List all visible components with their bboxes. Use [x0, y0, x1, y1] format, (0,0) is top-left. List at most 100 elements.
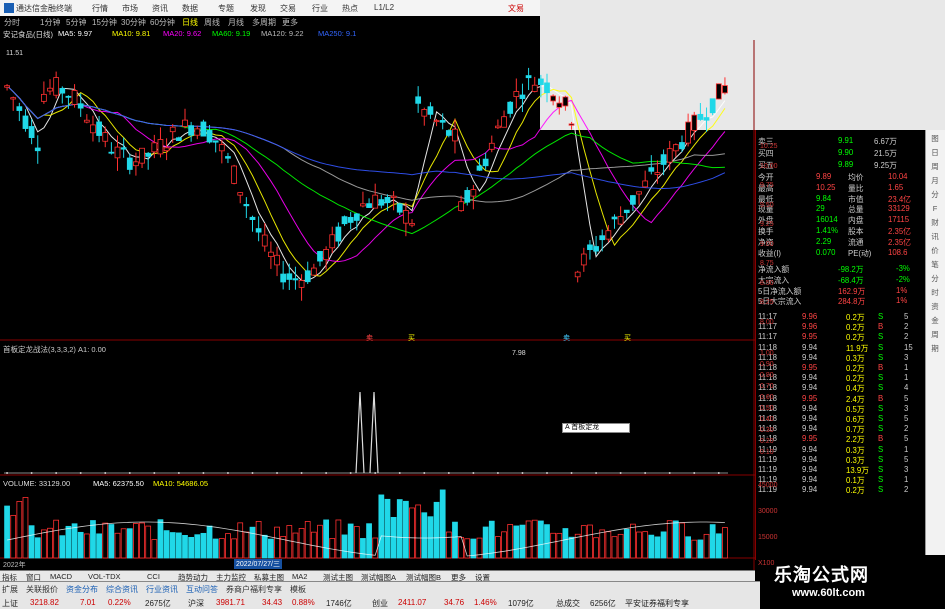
volume-bar	[666, 520, 673, 559]
window-title: 通达信金融终端	[16, 4, 72, 13]
side-tab[interactable]: 讯	[926, 231, 944, 242]
volume-bar	[329, 538, 336, 559]
toolbar-tab[interactable]: 资金分布	[66, 584, 98, 595]
volume-bar	[445, 531, 452, 559]
toolbar-tab[interactable]: 券商户福利专享	[226, 584, 282, 595]
side-tab[interactable]: F	[926, 203, 944, 214]
toolbar-tab[interactable]: 行业资讯	[146, 584, 178, 595]
side-tab[interactable]: 金	[926, 315, 944, 326]
volume-bar	[366, 523, 372, 559]
toolbar-tab[interactable]: 关联报价	[26, 584, 58, 595]
toolbar-tab[interactable]: 扩展	[2, 584, 18, 595]
trade-shortcut[interactable]: 文易	[508, 3, 524, 14]
title-bar: 通达信金融终端 行情 市场 资讯 数据 专题 发现 交易 行业 热点 L1/L2…	[0, 0, 540, 16]
ma20-value: MA20: 9.62	[163, 29, 202, 38]
period-tab-1min[interactable]: 1分钟	[40, 17, 60, 28]
side-tab[interactable]: 周	[926, 161, 944, 172]
side-tab[interactable]: 期	[926, 343, 944, 354]
indicator-dot	[644, 472, 647, 474]
side-tab[interactable]: 分	[926, 273, 944, 284]
volume-bar	[249, 526, 256, 559]
volume-bar	[175, 532, 182, 559]
candle-body	[218, 144, 225, 152]
candle-body	[261, 234, 268, 247]
volume-bar	[544, 524, 550, 559]
candle-body	[697, 113, 704, 120]
candle-body	[378, 199, 385, 206]
indicator-tick: 0.90	[760, 361, 774, 368]
side-tab[interactable]: 资	[926, 301, 944, 312]
volume-bar	[102, 522, 109, 559]
menu-item-quotes[interactable]: 行情	[92, 3, 108, 14]
candle-body	[188, 125, 195, 136]
side-tab[interactable]: 笔	[926, 259, 944, 270]
candle-body	[531, 84, 538, 92]
candle-body	[96, 121, 102, 136]
candle-body	[488, 142, 495, 150]
side-tab[interactable]: 价	[926, 245, 944, 256]
menu-item-hot[interactable]: 热点	[342, 3, 358, 14]
bottom-tab[interactable]: MACD	[50, 572, 72, 581]
side-tab[interactable]: 日	[926, 147, 944, 158]
indicator-dot	[349, 472, 352, 474]
period-tab-5min[interactable]: 5分钟	[66, 17, 86, 28]
candle-body	[452, 128, 458, 142]
menu-item-trade[interactable]: 交易	[280, 3, 296, 14]
signal-sell-b: 卖	[563, 335, 570, 342]
candle-body	[507, 101, 514, 114]
candle-body	[182, 119, 188, 127]
volume-bar	[507, 524, 514, 559]
candle-body	[194, 128, 201, 136]
toolbar-tab[interactable]: 综合资讯	[106, 584, 138, 595]
period-tab-multi[interactable]: 多周期	[252, 17, 276, 28]
volume-bar	[90, 520, 96, 559]
indicator-spike-1	[369, 391, 379, 474]
price-tick: 8.75	[760, 260, 774, 267]
toolbar-tab[interactable]: 模板	[290, 584, 306, 595]
candle-body	[133, 161, 139, 167]
period-tab-30min[interactable]: 30分钟	[121, 17, 146, 28]
period-tab-daily[interactable]: 日线	[182, 17, 198, 28]
candle-body	[439, 120, 446, 123]
menu-item-level[interactable]: L1/L2	[374, 3, 394, 12]
candle-body	[71, 90, 78, 105]
candle-body	[476, 165, 483, 171]
side-tab[interactable]: 图	[926, 133, 944, 144]
candle-body	[372, 194, 379, 209]
volume-bar	[630, 523, 636, 559]
candle-body	[396, 203, 403, 213]
candle-body	[16, 106, 23, 111]
indicator-tick: 0.30	[760, 427, 774, 434]
period-tab-60min[interactable]: 60分钟	[150, 17, 175, 28]
volume-bar	[96, 533, 102, 559]
side-tab[interactable]: 周	[926, 329, 944, 340]
toolbar-tab[interactable]: 互动问答	[186, 584, 218, 595]
candle-body	[415, 96, 422, 104]
side-tab[interactable]: 月	[926, 175, 944, 186]
menu-item-data[interactable]: 数据	[182, 3, 198, 14]
bottom-tab[interactable]: MA2	[292, 572, 307, 581]
period-tab-15min[interactable]: 15分钟	[92, 17, 117, 28]
bottom-tab[interactable]: VOL-TDX	[88, 572, 121, 581]
volume-bar	[654, 536, 661, 559]
period-tab-more[interactable]: 更多	[282, 17, 298, 28]
side-tab[interactable]: 时	[926, 287, 944, 298]
ma-line-3	[6, 85, 725, 235]
period-tab-intraday[interactable]: 分时	[4, 17, 20, 28]
candle-body	[672, 144, 679, 152]
menu-item-industry[interactable]: 行业	[312, 3, 328, 14]
candle-body	[715, 83, 722, 100]
menu-item-news[interactable]: 资讯	[152, 3, 168, 14]
bottom-tab[interactable]: CCI	[147, 572, 160, 581]
period-tab-weekly[interactable]: 周线	[204, 17, 220, 28]
menu-item-discover[interactable]: 发现	[250, 3, 266, 14]
menu-item-market[interactable]: 市场	[122, 3, 138, 14]
side-tab[interactable]: 财	[926, 217, 944, 228]
menu-item-topics[interactable]: 专题	[218, 3, 234, 14]
indicator-dot	[447, 472, 450, 474]
side-tab[interactable]: 分	[926, 189, 944, 200]
candle-body	[169, 126, 176, 133]
index-cy-amount: 1079亿	[508, 599, 534, 608]
period-tab-monthly[interactable]: 月线	[228, 17, 244, 28]
kline-chart[interactable]	[0, 40, 755, 570]
